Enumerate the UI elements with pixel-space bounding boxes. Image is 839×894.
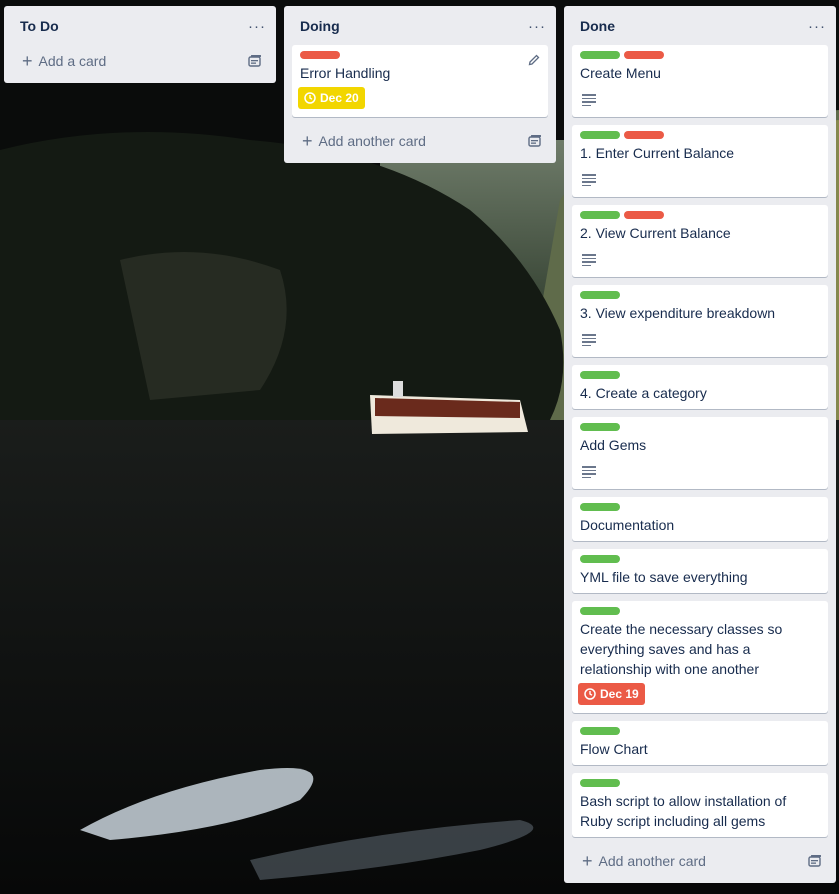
description-icon [582,466,596,478]
card-title: Create Menu [580,65,661,81]
due-date-badge[interactable]: Dec 20 [298,87,365,109]
card-labels [580,371,620,379]
card-title: 3. View expenditure breakdown [580,305,776,321]
list-title[interactable]: Doing [300,18,340,34]
clock-icon [304,92,316,104]
card-title: Add Gems [580,437,647,453]
card-title: Create the necessary classes so everythi… [580,621,783,677]
card[interactable]: YML file to save everything [572,549,828,593]
card-labels [580,607,620,615]
card-template-icon[interactable] [808,854,822,868]
card-template-icon[interactable] [248,54,262,68]
list-menu-icon[interactable]: ··· [808,19,826,34]
card-labels [580,779,620,787]
clock-icon [584,688,596,700]
description-icon [582,334,596,346]
card-title: YML file to save everything [580,569,748,585]
card[interactable]: Create Menu [572,45,828,117]
label-red[interactable] [624,51,664,59]
card[interactable]: 1. Enter Current Balance [572,125,828,197]
card[interactable]: Documentation [572,497,828,541]
card-title: Bash script to allow installation of Rub… [580,793,787,829]
board: To Do ··· + Add a card Doing ··· Error Ha… [0,0,839,894]
list-doing: Doing ··· Error Handling Dec 20 + Add ano… [284,6,556,163]
label-green[interactable] [580,727,620,735]
label-green[interactable] [580,131,620,139]
label-green[interactable] [580,423,620,431]
label-green[interactable] [580,371,620,379]
plus-icon: + [302,131,313,151]
card-labels [580,423,620,431]
due-date-badge[interactable]: Dec 19 [578,683,645,705]
add-card-label: Add another card [598,853,706,869]
card[interactable]: Error Handling Dec 20 [292,45,548,117]
card[interactable]: 2. View Current Balance [572,205,828,277]
label-green[interactable] [580,555,620,563]
card[interactable]: 3. View expenditure breakdown [572,285,828,357]
add-card-label: Add a card [38,53,107,69]
list-header: Doing ··· [284,6,556,46]
add-card-button[interactable]: + Add another card [572,847,828,875]
plus-icon: + [582,851,593,871]
list-header: Done ··· [564,6,836,46]
card-labels [580,291,620,299]
card-title: 1. Enter Current Balance [580,145,735,161]
card-title: Flow Chart [580,741,648,757]
label-green[interactable] [580,51,620,59]
card-template-icon[interactable] [528,134,542,148]
card-labels [580,131,664,139]
plus-icon: + [22,51,33,71]
description-icon [582,174,596,186]
card[interactable]: Add Gems [572,417,828,489]
list-title[interactable]: Done [580,18,615,34]
label-red[interactable] [624,131,664,139]
list-done: Done ··· Create Menu 1. Enter Current Ba… [564,6,836,883]
card[interactable]: Create the necessary classes so everythi… [572,601,828,713]
label-green[interactable] [580,291,620,299]
card-labels [580,503,620,511]
list-header: To Do ··· [4,6,276,46]
list-menu-icon[interactable]: ··· [528,19,546,34]
card[interactable]: 4. Create a category [572,365,828,409]
card-title: 2. View Current Balance [580,225,731,241]
card-labels [580,727,620,735]
label-red[interactable] [300,51,340,59]
card-labels [580,555,620,563]
list-title[interactable]: To Do [20,18,59,34]
card-labels [580,211,664,219]
card-labels [580,51,664,59]
add-card-button[interactable]: + Add another card [292,127,548,155]
card-labels [300,51,340,59]
add-card-label: Add another card [318,133,426,149]
card[interactable]: Flow Chart [572,721,828,765]
add-card-button[interactable]: + Add a card [12,47,268,75]
due-date-label: Dec 19 [600,687,639,701]
label-green[interactable] [580,607,620,615]
pencil-icon[interactable] [528,54,540,66]
label-red[interactable] [624,211,664,219]
description-icon [582,254,596,266]
card-title: Documentation [580,517,675,533]
label-green[interactable] [580,503,620,511]
list-menu-icon[interactable]: ··· [248,19,266,34]
card-title: 4. Create a category [580,385,707,401]
label-green[interactable] [580,779,620,787]
list-todo: To Do ··· + Add a card [4,6,276,83]
description-icon [582,94,596,106]
label-green[interactable] [580,211,620,219]
due-date-label: Dec 20 [320,91,359,105]
card[interactable]: Bash script to allow installation of Rub… [572,773,828,837]
card-title: Error Handling [300,65,391,81]
